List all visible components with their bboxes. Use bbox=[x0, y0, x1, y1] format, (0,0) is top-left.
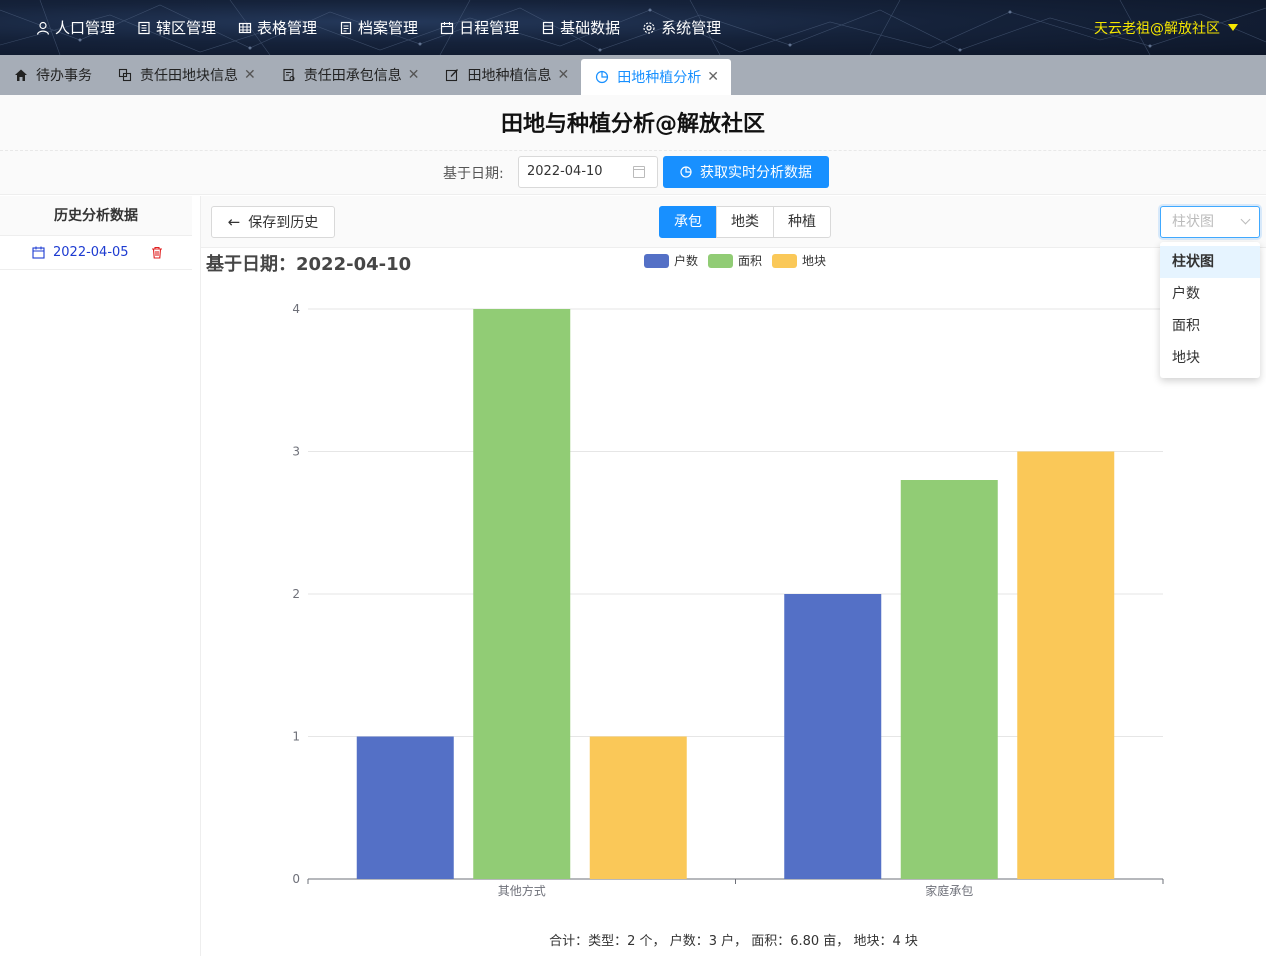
nav-item-basic-data[interactable]: 基础数据 bbox=[541, 17, 620, 38]
tab-label: 田地种植分析 bbox=[617, 70, 702, 86]
tab-label: 待办事务 bbox=[36, 68, 92, 84]
y-tick-label: 1 bbox=[292, 730, 300, 744]
tab-bar: 待办事务 责任田地块信息 ✕ 责任田承包信息 ✕ 田地种植信息 ✕ 田地种植分析… bbox=[0, 55, 1266, 95]
chevron-down-icon bbox=[1240, 214, 1251, 225]
bar bbox=[1017, 451, 1115, 879]
calendar-icon bbox=[32, 246, 45, 259]
nav-item-label: 人口管理 bbox=[55, 19, 116, 37]
bar bbox=[473, 309, 571, 879]
legend-swatch bbox=[772, 254, 797, 268]
page-title: 田地与种植分析@解放社区 bbox=[0, 95, 1266, 151]
history-date: 2022-04-05 bbox=[53, 245, 129, 260]
document-icon bbox=[283, 68, 295, 82]
delete-icon[interactable] bbox=[151, 246, 163, 259]
y-tick-label: 0 bbox=[292, 872, 300, 886]
y-tick-label: 4 bbox=[292, 302, 300, 316]
copy-icon bbox=[118, 68, 132, 82]
building-icon bbox=[138, 21, 150, 34]
nav-item-label: 辖区管理 bbox=[156, 19, 217, 37]
tab-label: 田地种植信息 bbox=[467, 68, 552, 84]
tab-field-analysis[interactable]: 田地种植分析 ✕ bbox=[581, 59, 731, 95]
user-icon bbox=[36, 21, 50, 35]
user-name: 天云老祖@解放社区 bbox=[1094, 20, 1220, 37]
table-icon bbox=[238, 22, 252, 33]
x-tick-label: 家庭承包 bbox=[925, 883, 973, 898]
date-label: 基于日期: bbox=[443, 166, 504, 182]
select-placeholder: 柱状图 bbox=[1172, 214, 1214, 230]
option-area[interactable]: 面积 bbox=[1160, 310, 1260, 342]
date-picker[interactable]: 2022-04-10 bbox=[518, 156, 658, 188]
nav-item-label: 基础数据 bbox=[560, 19, 621, 37]
bar bbox=[589, 736, 687, 879]
y-tick-label: 2 bbox=[292, 587, 300, 601]
sidebar-header: 历史分析数据 bbox=[0, 196, 192, 236]
pie-icon bbox=[680, 166, 692, 178]
history-item[interactable]: 2022-04-05 bbox=[0, 236, 192, 270]
bar bbox=[356, 736, 454, 879]
tab-field-contracts[interactable]: 责任田承包信息 ✕ bbox=[268, 55, 432, 95]
chart-title: 基于日期：2022-04-10 bbox=[206, 254, 412, 275]
fetch-label: 获取实时分析数据 bbox=[700, 165, 812, 181]
chart-type-select[interactable]: 柱状图 bbox=[1160, 206, 1260, 238]
category-segment: 承包 地类 种植 bbox=[659, 206, 831, 238]
bar bbox=[784, 594, 882, 879]
calendar-icon bbox=[633, 166, 645, 178]
fetch-realtime-button[interactable]: 获取实时分析数据 bbox=[663, 156, 829, 188]
nav-item-label: 日程管理 bbox=[459, 19, 520, 37]
close-icon[interactable]: ✕ bbox=[557, 67, 569, 83]
top-navigation: 人口管理 辖区管理 表格管理 档案管理 日程管理 基础数据 系统管理 天云老祖@… bbox=[0, 0, 1266, 55]
close-icon[interactable]: ✕ bbox=[707, 69, 719, 85]
arrow-left-icon: ← bbox=[227, 213, 241, 231]
date-value: 2022-04-10 bbox=[527, 164, 603, 179]
database-icon bbox=[542, 21, 554, 34]
legend-swatch bbox=[708, 254, 733, 268]
home-icon bbox=[15, 69, 27, 81]
tab-field-plots[interactable]: 责任田地块信息 ✕ bbox=[104, 55, 268, 95]
nav-item-population[interactable]: 人口管理 bbox=[36, 17, 115, 38]
tab-label: 责任田地块信息 bbox=[140, 68, 238, 84]
save-label: 保存到历史 bbox=[248, 215, 319, 231]
user-menu[interactable]: 天云老祖@解放社区 bbox=[1094, 0, 1238, 55]
option-plots[interactable]: 地块 bbox=[1160, 342, 1260, 374]
nav-item-label: 系统管理 bbox=[661, 19, 722, 37]
nav-item-schedule[interactable]: 日程管理 bbox=[440, 17, 519, 38]
nav-item-tables[interactable]: 表格管理 bbox=[238, 17, 317, 38]
save-to-history-button[interactable]: ← 保存到历史 bbox=[211, 206, 335, 238]
nav-item-district[interactable]: 辖区管理 bbox=[137, 17, 216, 38]
segment-land-type[interactable]: 地类 bbox=[716, 206, 774, 238]
tab-field-planting[interactable]: 田地种植信息 ✕ bbox=[431, 55, 581, 95]
legend-label: 面积 bbox=[738, 254, 762, 268]
chart-type-dropdown: 柱状图 户数 面积 地块 bbox=[1160, 242, 1260, 378]
analysis-toolbar: ← 保存到历史 承包 地类 种植 柱状图 bbox=[201, 196, 1266, 248]
edit-icon bbox=[446, 69, 459, 82]
close-icon[interactable]: ✕ bbox=[244, 67, 256, 83]
legend-label: 户数 bbox=[674, 253, 698, 268]
tab-label: 责任田承包信息 bbox=[303, 68, 402, 84]
close-icon[interactable]: ✕ bbox=[408, 67, 420, 83]
summary-text: 合计：类型：2 个， 户数：3 户， 面积：6.80 亩， 地块：4 块 bbox=[549, 934, 918, 949]
file-icon bbox=[340, 21, 352, 34]
option-households[interactable]: 户数 bbox=[1160, 278, 1260, 310]
nav-item-system[interactable]: 系统管理 bbox=[642, 17, 721, 38]
pie-icon bbox=[596, 70, 609, 84]
bar-chart: 0 1 2 3 4 其他方式 家庭承包 户数 面积 地块 bbox=[292, 253, 1164, 898]
tab-todo[interactable]: 待办事务 bbox=[0, 55, 104, 95]
history-sidebar: 历史分析数据 2022-04-05 bbox=[0, 196, 201, 956]
nav-item-label: 表格管理 bbox=[257, 19, 318, 37]
nav-item-label: 档案管理 bbox=[358, 19, 419, 37]
option-bar-chart[interactable]: 柱状图 bbox=[1160, 246, 1260, 278]
bar bbox=[900, 480, 998, 879]
caret-down-icon bbox=[1228, 24, 1238, 31]
legend-label: 地块 bbox=[802, 254, 826, 268]
x-tick-label: 其他方式 bbox=[498, 883, 546, 898]
gear-icon bbox=[643, 21, 655, 34]
nav-item-archives[interactable]: 档案管理 bbox=[339, 17, 418, 38]
date-bar: 基于日期: 2022-04-10 获取实时分析数据 bbox=[0, 151, 1266, 195]
segment-contract[interactable]: 承包 bbox=[659, 206, 717, 238]
calendar-icon bbox=[440, 21, 454, 34]
legend-swatch bbox=[644, 254, 669, 268]
segment-planting[interactable]: 种植 bbox=[773, 206, 831, 238]
nav-menu: 人口管理 辖区管理 表格管理 档案管理 日程管理 基础数据 系统管理 bbox=[36, 0, 743, 55]
y-tick-label: 3 bbox=[292, 445, 300, 459]
